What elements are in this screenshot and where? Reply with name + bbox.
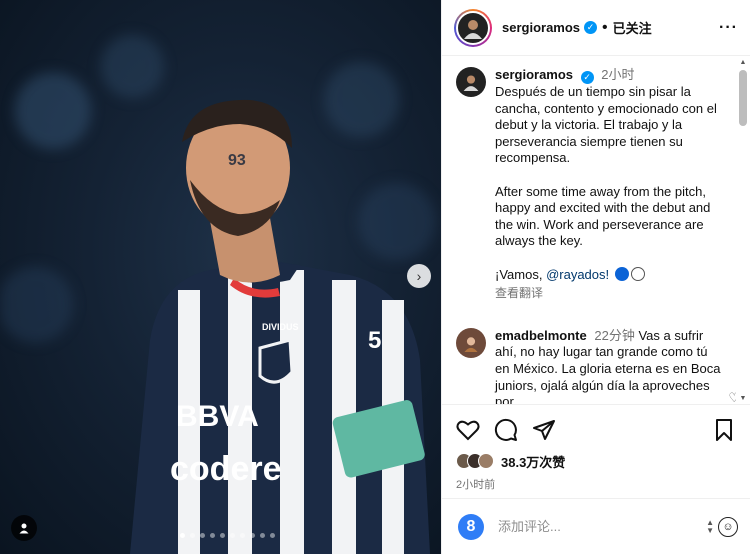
spinner-arrows-icon[interactable]: ▲ ▼ bbox=[706, 518, 714, 535]
comments-scrollbar[interactable]: ▲ ▼ bbox=[738, 58, 748, 404]
header-avatar[interactable] bbox=[454, 8, 492, 47]
caption-closing: ¡Vamos, @rayados! bbox=[495, 266, 723, 284]
carousel-dot bbox=[190, 533, 195, 538]
post-image[interactable]: BBVA codere DIVIDUS 93 5 › bbox=[0, 0, 441, 554]
comment-input[interactable] bbox=[498, 519, 678, 534]
comment-like-heart-icon[interactable]: ♡ bbox=[728, 390, 736, 404]
scroll-down-arrow-icon[interactable]: ▼ bbox=[738, 394, 748, 404]
header-username[interactable]: sergioramos bbox=[502, 20, 580, 35]
verified-badge-icon: ✓ bbox=[580, 71, 594, 84]
see-translation-link[interactable]: 查看翻译 bbox=[495, 285, 723, 302]
tagged-users-button[interactable] bbox=[11, 515, 37, 541]
next-image-button[interactable]: › bbox=[407, 264, 431, 288]
avatar bbox=[456, 10, 490, 45]
profile-photo bbox=[463, 75, 479, 91]
sponsor-top-text: BBVA bbox=[176, 400, 259, 433]
carousel-dot bbox=[210, 533, 215, 538]
caption-row: sergioramos ✓ 2小时 Después de un tiempo s… bbox=[456, 67, 736, 302]
liker-avatar bbox=[478, 453, 494, 469]
following-button[interactable]: 已关注 bbox=[613, 18, 652, 37]
carousel-dot bbox=[240, 533, 245, 538]
app-logo-icon: 8 bbox=[458, 513, 484, 540]
scrollbar-thumb[interactable] bbox=[739, 70, 747, 126]
hair-number-text: 93 bbox=[228, 152, 246, 169]
comment-avatar[interactable] bbox=[456, 327, 486, 358]
carousel-dots bbox=[180, 533, 275, 538]
separator-dot: • bbox=[602, 18, 608, 36]
likes-count[interactable]: 38.3万次赞 bbox=[501, 452, 565, 471]
mention-link[interactable]: @rayados! bbox=[546, 267, 609, 282]
carousel-dot bbox=[270, 533, 275, 538]
chevron-right-icon: › bbox=[416, 268, 422, 284]
caption-text-es: Después de un tiempo sin pisar la cancha… bbox=[495, 84, 717, 166]
post-header: sergioramos ✓ • 已关注 ··· bbox=[442, 0, 750, 56]
carousel-dot bbox=[200, 533, 205, 538]
caption-avatar[interactable] bbox=[456, 67, 486, 97]
blue-circle-emoji bbox=[614, 266, 629, 281]
player-illustration: BBVA codere DIVIDUS 93 5 bbox=[130, 99, 430, 554]
carousel-dot bbox=[260, 533, 265, 538]
more-horizontal-icon[interactable]: ··· bbox=[719, 19, 738, 37]
add-comment-bar: 8 ▲▼ ☺ bbox=[442, 498, 750, 554]
caption-text-en: After some time away from the pitch, hap… bbox=[495, 183, 711, 249]
scroll-up-arrow-icon[interactable]: ▲ bbox=[738, 58, 748, 68]
comment-time: 22分钟 bbox=[594, 327, 635, 343]
post-side-panel: sergioramos ✓ • 已关注 ··· sergioramos ✓ 2小… bbox=[441, 0, 750, 554]
comment-row: emadbelmonte 22分钟 Vas a sufrir ahí, no h… bbox=[456, 327, 736, 404]
carousel-dot bbox=[230, 533, 235, 538]
heart-icon[interactable] bbox=[456, 419, 480, 441]
carousel-dot bbox=[220, 533, 225, 538]
send-icon[interactable] bbox=[532, 418, 556, 442]
caption-time: 2小时 bbox=[601, 67, 635, 82]
sponsor-bottom-text: codere bbox=[170, 450, 282, 488]
carousel-dot bbox=[180, 533, 185, 538]
white-circle-emoji bbox=[630, 266, 645, 281]
caption-closing-prefix: ¡Vamos, bbox=[495, 266, 547, 282]
profile-photo bbox=[464, 19, 482, 39]
caption-username[interactable]: sergioramos bbox=[495, 67, 573, 82]
post-actions: 38.3万次赞 2小时前 bbox=[442, 404, 750, 492]
liker-avatars[interactable] bbox=[456, 453, 494, 469]
user-tag-icon bbox=[19, 523, 29, 534]
bookmark-icon[interactable] bbox=[714, 418, 734, 442]
comment-username[interactable]: emadbelmonte bbox=[495, 328, 587, 343]
profile-photo bbox=[464, 336, 478, 352]
comment-icon[interactable] bbox=[494, 418, 518, 442]
carousel-dot bbox=[250, 533, 255, 538]
post-timestamp[interactable]: 2小时前 bbox=[456, 476, 738, 492]
likes-row: 38.3万次赞 bbox=[456, 451, 738, 471]
comments-section[interactable]: sergioramos ✓ 2小时 Después de un tiempo s… bbox=[442, 57, 736, 404]
sleeve-number-text: 5 bbox=[368, 327, 381, 354]
verified-badge-icon: ✓ bbox=[584, 21, 598, 34]
brand-text: DIVIDUS bbox=[262, 322, 299, 332]
smiley-icon[interactable]: ☺ bbox=[718, 516, 738, 537]
